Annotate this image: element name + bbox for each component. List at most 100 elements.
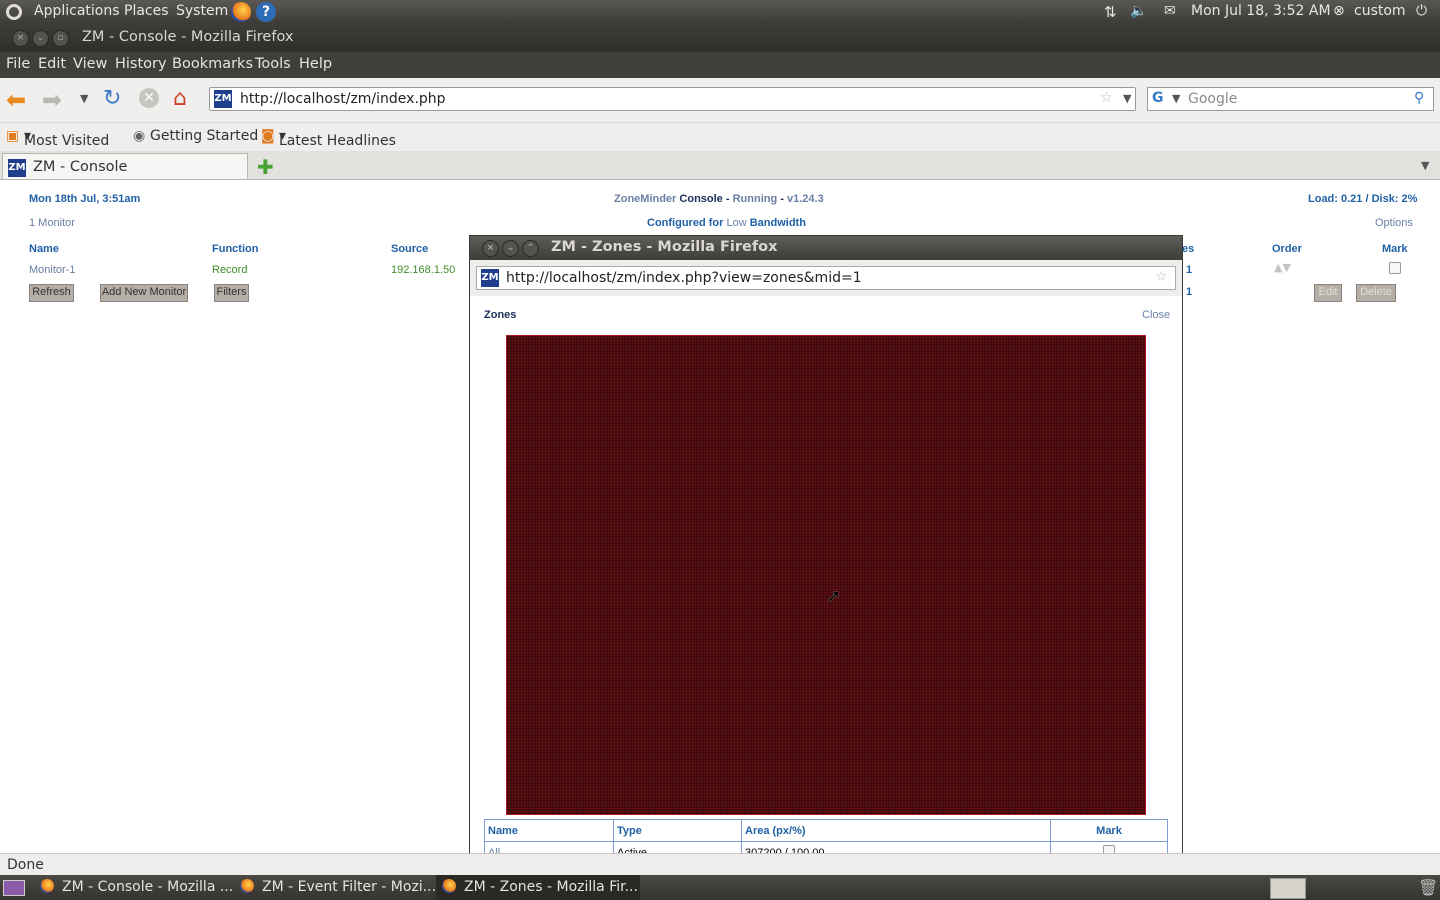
- power-icon[interactable]: ⏻: [1416, 3, 1427, 19]
- menu-bar: File Edit View History Bookmarks Tools H…: [0, 52, 1440, 78]
- menu-history[interactable]: History: [115, 56, 167, 72]
- bookmark-latest-headlines[interactable]: Latest Headlines ▾: [279, 128, 396, 149]
- taskbar-item-console[interactable]: ZM - Console - Mozilla ...: [34, 875, 236, 900]
- rss-icon: ◙: [261, 128, 275, 144]
- edit-button[interactable]: Edit: [1314, 284, 1342, 302]
- network-icon[interactable]: ⇅: [1104, 3, 1117, 21]
- window-minimize-icon[interactable]: ⌄: [32, 30, 49, 47]
- taskbar: ZM - Console - Mozilla ... ZM - Event Fi…: [0, 875, 1440, 900]
- popup-url-bar[interactable]: ZM http://localhost/zm/index.php?view=zo…: [476, 266, 1176, 290]
- home-icon[interactable]: ⌂: [173, 86, 187, 111]
- show-desktop-icon[interactable]: [3, 880, 25, 896]
- reload-icon[interactable]: ↻: [103, 86, 121, 111]
- workspace-switcher[interactable]: [1270, 878, 1306, 899]
- add-new-monitor-button[interactable]: Add New Monitor: [100, 284, 188, 302]
- popup-zm-favicon-icon: ZM: [481, 269, 499, 287]
- col-zones[interactable]: es: [1182, 243, 1194, 255]
- tab-list-icon[interactable]: ▼: [1421, 159, 1429, 172]
- monitor-mark-checkbox[interactable]: [1389, 262, 1401, 274]
- zone-image[interactable]: [506, 335, 1146, 815]
- back-icon[interactable]: ⬅: [6, 86, 26, 114]
- mail-icon[interactable]: ✉: [1164, 3, 1176, 19]
- bookmark-star-icon[interactable]: ☆: [1100, 90, 1113, 106]
- monitor-name-link[interactable]: Monitor-1: [29, 264, 75, 276]
- zones-col-area: Area (px/%): [741, 819, 1051, 842]
- col-order: Order: [1272, 243, 1302, 255]
- col-function[interactable]: Function: [212, 243, 258, 255]
- search-go-icon[interactable]: ⚲: [1414, 90, 1424, 106]
- search-box[interactable]: G ▼ Google ⚲: [1147, 87, 1434, 111]
- ubuntu-logo-icon[interactable]: [6, 4, 22, 20]
- window-close-icon[interactable]: ×: [12, 30, 29, 47]
- monitor-source-link[interactable]: 192.168.1.50: [391, 264, 455, 276]
- search-placeholder[interactable]: Google: [1188, 91, 1237, 107]
- places-menu[interactable]: Places: [124, 3, 169, 19]
- forward-icon[interactable]: ➡: [42, 86, 62, 114]
- menu-file[interactable]: File: [6, 56, 30, 72]
- monitor-zones-link[interactable]: 1: [1186, 264, 1192, 276]
- bandwidth-config: Configured for Low Bandwidth: [647, 217, 806, 229]
- most-visited-icon: ▣: [6, 128, 20, 144]
- monitor-function-link[interactable]: Record: [212, 264, 247, 276]
- menu-tools[interactable]: Tools: [255, 56, 291, 72]
- menu-edit[interactable]: Edit: [38, 56, 66, 72]
- col-name[interactable]: Name: [29, 243, 59, 255]
- google-engine-icon[interactable]: G: [1152, 90, 1164, 106]
- zones-close-link[interactable]: Close: [1142, 309, 1170, 321]
- popup-bookmark-star-icon[interactable]: ☆: [1155, 269, 1168, 285]
- url-bar[interactable]: ZM http://localhost/zm/index.php ☆ ▼: [209, 87, 1136, 111]
- volume-icon[interactable]: 🔈: [1130, 3, 1147, 19]
- bookmark-getting-started[interactable]: Getting Started: [150, 128, 258, 144]
- options-link[interactable]: Options: [1375, 217, 1413, 229]
- history-dropdown-icon[interactable]: ▼: [80, 92, 88, 105]
- zones-col-name: Name: [484, 819, 614, 842]
- popup-titlebar: × ⌄ ⌃ ZM - Zones - Mozilla Firefox: [470, 236, 1182, 260]
- zm-tab-favicon-icon: ZM: [8, 159, 26, 177]
- user-status-icon[interactable]: ⊗: [1333, 3, 1345, 19]
- col-source[interactable]: Source: [391, 243, 428, 255]
- user-name[interactable]: custom: [1354, 3, 1406, 19]
- running-state-link[interactable]: Running: [733, 193, 778, 205]
- popup-close-icon[interactable]: ×: [482, 240, 499, 257]
- taskbar-item-zones[interactable]: ZM - Zones - Mozilla Fir...: [436, 875, 640, 900]
- zm-favicon-icon: ZM: [214, 90, 232, 108]
- version-link[interactable]: v1.24.3: [787, 193, 824, 205]
- help-icon[interactable]: ?: [256, 2, 276, 22]
- console-datetime: Mon 18th Jul, 3:51am: [29, 193, 141, 205]
- zones-col-mark: Mark: [1050, 819, 1168, 842]
- search-engine-dropdown-icon[interactable]: ▼: [1172, 92, 1180, 105]
- filters-button[interactable]: Filters: [214, 284, 249, 302]
- stop-icon[interactable]: ✕: [139, 88, 159, 108]
- new-tab-icon[interactable]: ✚: [257, 155, 274, 179]
- window-titlebar: × ⌄ ▫ ZM - Console - Mozilla Firefox: [0, 24, 1440, 52]
- status-bar: Done: [0, 853, 1440, 876]
- firefox-launcher-icon[interactable]: [231, 2, 251, 22]
- popup-url-text[interactable]: http://localhost/zm/index.php?view=zones…: [506, 270, 862, 286]
- refresh-button[interactable]: Refresh: [29, 284, 74, 302]
- tab-zm-console[interactable]: ZM ZM - Console: [2, 153, 248, 179]
- clock[interactable]: Mon Jul 18, 3:52 AM: [1191, 3, 1331, 19]
- firefox-icon: [40, 879, 54, 893]
- url-text[interactable]: http://localhost/zm/index.php: [240, 91, 446, 107]
- menu-bookmarks[interactable]: Bookmarks: [172, 56, 253, 72]
- firefox-icon: [240, 879, 254, 893]
- bookmark-most-visited[interactable]: Most Visited ▾: [24, 128, 109, 149]
- load-disk-status: Load: 0.21 / Disk: 2%: [1308, 193, 1418, 205]
- system-menu[interactable]: System: [176, 3, 228, 19]
- applications-menu[interactable]: Applications: [34, 3, 120, 19]
- window-maximize-icon[interactable]: ▫: [52, 30, 69, 47]
- getting-started-icon: ◉: [133, 128, 146, 144]
- popup-minimize-icon[interactable]: ⌄: [502, 240, 519, 257]
- menu-view[interactable]: View: [73, 56, 107, 72]
- popup-maximize-icon[interactable]: ⌃: [522, 240, 539, 257]
- trash-icon[interactable]: 🗑: [1418, 878, 1438, 897]
- menu-help[interactable]: Help: [299, 56, 332, 72]
- url-dropdown-icon[interactable]: ▼: [1123, 92, 1131, 105]
- zones-heading: Zones: [484, 309, 517, 321]
- bandwidth-link[interactable]: Low: [726, 217, 746, 229]
- delete-button[interactable]: Delete: [1356, 284, 1396, 302]
- col-mark: Mark: [1382, 243, 1408, 255]
- window-title: ZM - Console - Mozilla Firefox: [82, 29, 294, 45]
- taskbar-item-event-filter[interactable]: ZM - Event Filter - Mozi...: [234, 875, 436, 900]
- console-header: ZoneMinder Console - Running - v1.24.3: [614, 193, 824, 205]
